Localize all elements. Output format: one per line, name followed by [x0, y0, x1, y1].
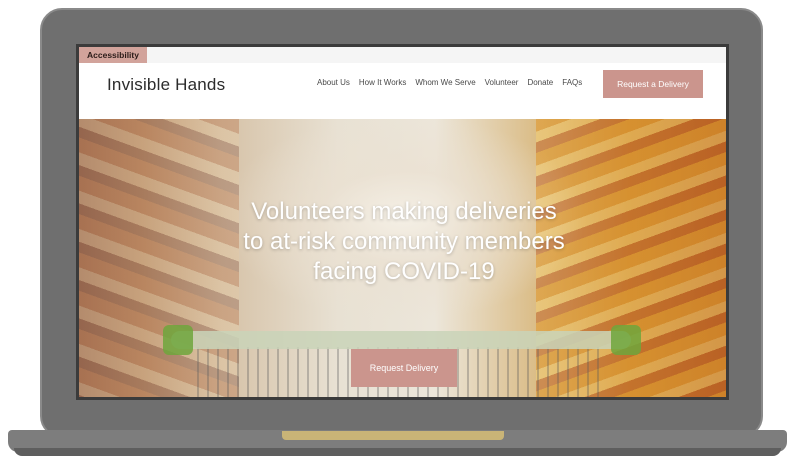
site-header: Invisible Hands About Us How It Works Wh…: [79, 63, 726, 119]
hero-heading: Volunteers making deliveries to at-risk …: [243, 198, 565, 285]
hero-cart-grip-right: [611, 325, 641, 355]
laptop-base-edge: [14, 448, 781, 456]
laptop-hinge-strip: [282, 431, 504, 440]
nav-link-about-us[interactable]: About Us: [317, 78, 350, 87]
request-delivery-button[interactable]: Request Delivery: [351, 349, 457, 387]
hero-cart-handle: [171, 331, 631, 349]
nav-link-whom-we-serve[interactable]: Whom We Serve: [415, 78, 475, 87]
accessibility-button[interactable]: Accessibility: [79, 47, 147, 63]
nav-link-donate[interactable]: Donate: [527, 78, 553, 87]
request-a-delivery-button[interactable]: Request a Delivery: [603, 70, 703, 98]
hero-section: Volunteers making deliveries to at-risk …: [79, 119, 726, 397]
laptop-screen: Accessibility Invisible Hands About Us H…: [76, 44, 729, 400]
nav-link-how-it-works[interactable]: How It Works: [359, 78, 406, 87]
hero-cart-grip-left: [163, 325, 193, 355]
nav-link-volunteer[interactable]: Volunteer: [485, 78, 519, 87]
main-nav: About Us How It Works Whom We Serve Volu…: [317, 78, 582, 87]
nav-link-faqs[interactable]: FAQs: [562, 78, 582, 87]
site-logo[interactable]: Invisible Hands: [107, 75, 225, 95]
